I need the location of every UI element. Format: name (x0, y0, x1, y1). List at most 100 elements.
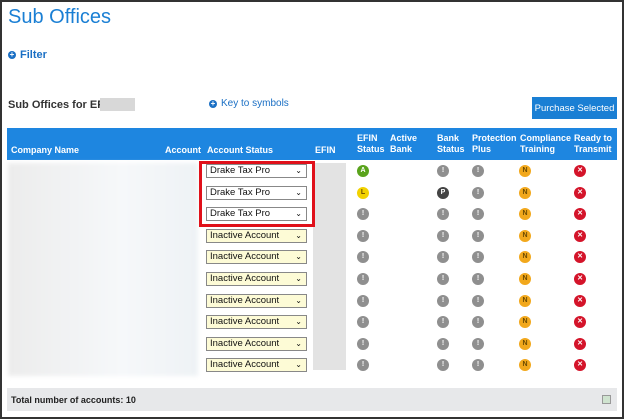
ready-to-transmit-icon: ✕ (574, 251, 586, 264)
table-row: Inactive Account ⌄!!! N ✕ (0, 291, 624, 312)
bank-status-icon: ! (437, 208, 449, 221)
bank-status-icon: ! (437, 337, 449, 350)
protection-plus-icon: ! (472, 337, 484, 350)
broken-image-icon (602, 395, 611, 404)
efin-status-icon: L (357, 186, 369, 199)
total-accounts: Total number of accounts: 10 (11, 395, 136, 405)
compliance-icon: N (519, 186, 531, 199)
efin-status-icon: ! (357, 294, 369, 307)
col-active-bank: Active Bank (390, 133, 418, 154)
compliance-icon: N (519, 359, 531, 372)
bank-status-icon: ! (437, 294, 449, 307)
plus-icon: + (209, 98, 217, 108)
bank-status-icon: ! (437, 359, 449, 372)
ready-to-transmit-icon: ✕ (574, 229, 586, 242)
account-status-value: Inactive Account (210, 337, 280, 349)
table-row: Inactive Account ⌄!!! N ✕ (0, 355, 624, 376)
col-ready: Ready to Transmit (574, 133, 613, 154)
table-row: Inactive Account ⌄!!! N ✕ (0, 312, 624, 333)
protection-plus-icon: ! (472, 294, 484, 307)
ready-to-transmit-icon: ✕ (574, 273, 586, 285)
chevron-down-icon: ⌄ (295, 338, 302, 348)
ready-to-transmit-icon: ✕ (574, 208, 586, 221)
chevron-down-icon: ⌄ (295, 295, 302, 305)
ready-to-transmit-icon: ✕ (574, 165, 586, 177)
compliance-icon: N (519, 229, 531, 242)
account-status-value: Inactive Account (210, 359, 280, 371)
bank-status-icon: ! (437, 165, 449, 177)
account-status-select[interactable]: Inactive Account ⌄ (206, 272, 307, 286)
bank-status-icon: ! (437, 273, 449, 285)
protection-plus-icon: ! (472, 208, 484, 221)
chevron-down-icon: ⌄ (295, 274, 302, 283)
purchase-selected-button[interactable]: Purchase Selected (532, 97, 617, 119)
col-compliance: Compliance Training (520, 133, 572, 154)
efin-status-icon: A (357, 165, 369, 177)
table-footer: Total number of accounts: 10 (7, 388, 617, 411)
col-status: Account Status (207, 145, 274, 155)
bank-status-icon: ! (437, 229, 449, 242)
efin-status-icon: ! (357, 359, 369, 372)
chevron-down-icon: ⌄ (295, 252, 302, 262)
table-row: Inactive Account ⌄!!! N ✕ (0, 226, 624, 247)
efin-status-icon: ! (357, 316, 369, 329)
protection-plus-icon: ! (472, 359, 484, 372)
efin-status-icon: ! (357, 208, 369, 221)
efin-status-icon: ! (357, 273, 369, 285)
compliance-icon: N (519, 337, 531, 350)
ready-to-transmit-icon: ✕ (574, 337, 586, 350)
protection-plus-icon: ! (472, 165, 484, 177)
key-to-symbols-link[interactable]: + Key to symbols (209, 98, 289, 109)
account-status-value: Inactive Account (210, 229, 280, 241)
bank-status-icon: ! (437, 316, 449, 329)
col-account: Account (165, 145, 201, 155)
ready-to-transmit-icon: ✕ (574, 359, 586, 372)
col-protection: Protection Plus (472, 133, 517, 154)
bank-status-icon: ! (437, 251, 449, 264)
col-bank-status: Bank Status (437, 133, 465, 154)
col-company: Company Name (11, 145, 80, 155)
account-status-select[interactable]: Inactive Account ⌄ (206, 228, 307, 243)
efin-status-icon: ! (357, 251, 369, 264)
chevron-down-icon: ⌄ (295, 317, 302, 327)
compliance-icon: N (519, 273, 531, 285)
compliance-icon: N (519, 165, 531, 177)
account-status-select[interactable]: Inactive Account ⌄ (206, 358, 307, 373)
account-status-value: Inactive Account (210, 316, 280, 328)
col-efin-status: EFIN Status (357, 133, 385, 154)
account-status-value: Inactive Account (210, 294, 280, 306)
efin-redacted (100, 98, 135, 111)
ready-to-transmit-icon: ✕ (574, 316, 586, 329)
protection-plus-icon: ! (472, 273, 484, 285)
bank-status-icon: P (437, 186, 449, 199)
filter-toggle[interactable]: + Filter (8, 49, 47, 61)
key-label: Key to symbols (221, 98, 289, 109)
efin-status-icon: ! (357, 229, 369, 242)
account-status-value: Inactive Account (210, 273, 280, 284)
ready-to-transmit-icon: ✕ (574, 186, 586, 199)
compliance-icon: N (519, 208, 531, 221)
protection-plus-icon: ! (472, 251, 484, 264)
chevron-down-icon: ⌄ (295, 360, 302, 370)
page-title: Sub Offices (8, 6, 112, 28)
protection-plus-icon: ! (472, 229, 484, 242)
efin-status-icon: ! (357, 337, 369, 350)
col-efin: EFIN (315, 145, 336, 155)
table-row: Inactive Account ⌄!!! N ✕ (0, 334, 624, 355)
account-status-select[interactable]: Inactive Account ⌄ (206, 336, 307, 351)
table-row: Inactive Account ⌄!!! N ✕ (0, 247, 624, 268)
table-header: Company Name Account Account Status EFIN… (7, 128, 617, 160)
compliance-icon: N (519, 294, 531, 307)
account-status-select[interactable]: Inactive Account ⌄ (206, 315, 307, 330)
account-status-select[interactable]: Inactive Account ⌄ (206, 250, 307, 265)
account-status-select[interactable]: Inactive Account ⌄ (206, 293, 307, 308)
plus-icon: + (8, 50, 16, 59)
compliance-icon: N (519, 251, 531, 264)
filter-label: Filter (20, 49, 47, 61)
table-row: Inactive Account ⌄!!! N ✕ (0, 269, 624, 290)
chevron-down-icon: ⌄ (295, 230, 302, 240)
compliance-icon: N (519, 316, 531, 329)
protection-plus-icon: ! (472, 186, 484, 199)
account-status-value: Inactive Account (210, 251, 280, 263)
ready-to-transmit-icon: ✕ (574, 294, 586, 307)
